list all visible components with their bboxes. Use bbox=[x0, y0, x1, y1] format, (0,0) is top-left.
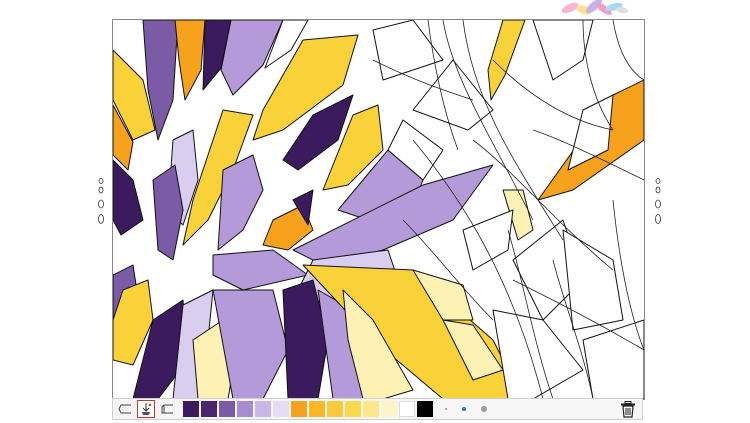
color-swatch[interactable] bbox=[273, 401, 289, 417]
color-swatch[interactable] bbox=[237, 401, 253, 417]
coloring-canvas[interactable] bbox=[112, 19, 645, 400]
app-logo bbox=[556, 0, 630, 20]
color-swatch[interactable] bbox=[201, 401, 217, 417]
brush-size-small[interactable] bbox=[462, 407, 466, 411]
pencil-icon bbox=[118, 404, 131, 414]
leaf-artwork[interactable] bbox=[113, 20, 644, 399]
color-swatch[interactable] bbox=[327, 401, 343, 417]
brush-size-tiny[interactable] bbox=[445, 408, 447, 410]
eraser-icon bbox=[161, 404, 173, 414]
eraser-tool[interactable] bbox=[158, 400, 176, 418]
right-drop-decoration bbox=[653, 178, 663, 226]
color-swatch[interactable] bbox=[291, 401, 307, 417]
color-swatch[interactable] bbox=[255, 401, 271, 417]
color-swatch[interactable] bbox=[219, 401, 235, 417]
bucket-icon bbox=[142, 403, 152, 415]
color-swatch[interactable] bbox=[363, 401, 379, 417]
color-swatch[interactable] bbox=[183, 401, 199, 417]
left-drop-decoration bbox=[96, 178, 106, 226]
brush-size-medium[interactable] bbox=[481, 406, 487, 412]
pencil-tool[interactable] bbox=[116, 400, 134, 418]
clear-canvas-button[interactable] bbox=[620, 401, 636, 418]
color-swatch[interactable] bbox=[381, 401, 397, 417]
trash-icon bbox=[621, 401, 635, 418]
color-swatch[interactable] bbox=[417, 401, 433, 417]
color-palette bbox=[183, 401, 435, 417]
fill-tool[interactable] bbox=[137, 400, 155, 418]
color-swatch[interactable] bbox=[309, 401, 325, 417]
toolbar bbox=[112, 398, 643, 420]
brush-size-selector bbox=[445, 406, 502, 412]
color-swatch[interactable] bbox=[345, 401, 361, 417]
color-swatch[interactable] bbox=[399, 401, 415, 417]
